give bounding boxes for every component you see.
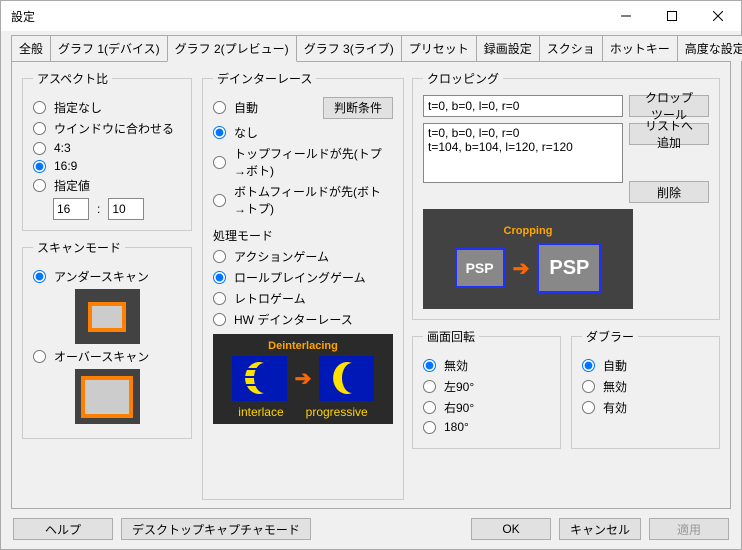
window-controls: [603, 1, 741, 31]
doubler-group: ダブラー 自動 無効 有効: [571, 328, 720, 449]
window-title: 設定: [11, 8, 603, 25]
crop-tool-button[interactable]: クロップツール: [629, 95, 709, 117]
close-button[interactable]: [695, 1, 741, 31]
crop-add-button[interactable]: リストへ追加: [629, 123, 709, 145]
aspect-legend: アスペクト比: [33, 70, 112, 87]
cropping-group: クロッピング クロップツール t=0, b=0, l=0, r=0 t=104,…: [412, 70, 720, 320]
doubler-off[interactable]: 無効: [582, 378, 709, 395]
mode-rpg[interactable]: ロールプレイングゲーム: [213, 269, 393, 286]
overscan[interactable]: オーバースキャン: [33, 348, 181, 365]
tab-preset[interactable]: プリセット: [401, 35, 477, 61]
deint-bff[interactable]: ボトムフィールドが先(ボト→トプ): [213, 183, 393, 217]
apply-button[interactable]: 適用: [649, 518, 729, 540]
rotate-180[interactable]: 180°: [423, 420, 550, 434]
aspect-sep: :: [97, 202, 100, 216]
aspect-w-input[interactable]: [53, 198, 89, 220]
tab-general[interactable]: 全般: [11, 35, 51, 61]
interlace-icon: [232, 356, 287, 401]
crop-legend: クロッピング: [423, 70, 503, 87]
mode-hw[interactable]: HW デインターレース: [213, 311, 393, 328]
titlebar: 設定: [1, 1, 741, 31]
maximize-button[interactable]: [649, 1, 695, 31]
processing-mode-label: 処理モード: [213, 227, 393, 244]
rotate-none[interactable]: 無効: [423, 357, 550, 374]
judge-button[interactable]: 判断条件: [323, 97, 393, 119]
rotate-right90[interactable]: 右90°: [423, 399, 550, 416]
underscan-icon: [75, 289, 140, 344]
deint-auto[interactable]: 自動: [213, 99, 313, 116]
aspect-window[interactable]: ウインドウに合わせる: [33, 120, 181, 137]
deint-tff[interactable]: トップフィールドが先(トプ→ボト): [213, 145, 393, 179]
scanmode-group: スキャンモード アンダースキャン オーバースキャン: [22, 239, 192, 439]
tab-advanced[interactable]: 高度な設定: [677, 35, 742, 61]
deint-none[interactable]: なし: [213, 124, 393, 141]
doubler-auto[interactable]: 自動: [582, 357, 709, 374]
deinterlace-group: デインターレース 自動 判断条件 なし トップフィールドが先(トプ→ボト) ボト…: [202, 70, 404, 500]
crop-delete-button[interactable]: 削除: [629, 181, 709, 203]
aspect-none[interactable]: 指定なし: [33, 99, 181, 116]
aspect-43[interactable]: 4:3: [33, 141, 181, 155]
underscan[interactable]: アンダースキャン: [33, 268, 181, 285]
tab-graph2[interactable]: グラフ 2(プレビュー): [167, 35, 297, 62]
cancel-button[interactable]: キャンセル: [559, 518, 641, 540]
tab-screenshot[interactable]: スクショ: [539, 35, 603, 61]
footer: ヘルプ デスクトップキャプチャモード OK キャンセル 適用: [1, 509, 741, 549]
settings-window: 設定 全般 グラフ 1(デバイス) グラフ 2(プレビュー) グラフ 3(ライブ…: [0, 0, 742, 550]
aspect-169[interactable]: 16:9: [33, 159, 181, 173]
arrow-icon: ➔: [295, 366, 312, 391]
psp-small-icon: PSP: [455, 248, 505, 288]
deinterlace-image: Deinterlacing ➔ interlace progressive: [213, 334, 393, 424]
cropping-image: Cropping PSP ➔ PSP: [423, 209, 633, 309]
help-button[interactable]: ヘルプ: [13, 518, 113, 540]
tab-graph1[interactable]: グラフ 1(デバイス): [50, 35, 168, 61]
rotate-group: 画面回転 無効 左90° 右90° 180°: [412, 328, 561, 449]
tab-bar: 全般 グラフ 1(デバイス) グラフ 2(プレビュー) グラフ 3(ライブ) プ…: [1, 31, 741, 61]
ok-button[interactable]: OK: [471, 518, 551, 540]
minimize-button[interactable]: [603, 1, 649, 31]
crop-input[interactable]: [423, 95, 623, 117]
aspect-group: アスペクト比 指定なし ウインドウに合わせる 4:3 16:9 指定値 :: [22, 70, 192, 231]
deint-legend: デインターレース: [213, 70, 316, 87]
desktop-capture-button[interactable]: デスクトップキャプチャモード: [121, 518, 311, 540]
aspect-h-input[interactable]: [108, 198, 144, 220]
tab-record[interactable]: 録画設定: [476, 35, 540, 61]
tab-hotkey[interactable]: ホットキー: [602, 35, 678, 61]
crop-list[interactable]: t=0, b=0, l=0, r=0 t=104, b=104, l=120, …: [423, 123, 623, 183]
doubler-legend: ダブラー: [582, 328, 638, 345]
mode-retro[interactable]: レトロゲーム: [213, 290, 393, 307]
doubler-on[interactable]: 有効: [582, 399, 709, 416]
progressive-icon: [319, 356, 374, 401]
tab-graph3[interactable]: グラフ 3(ライブ): [296, 35, 402, 61]
rotate-legend: 画面回転: [423, 328, 479, 345]
scan-legend: スキャンモード: [33, 239, 125, 256]
overscan-icon: [75, 369, 140, 424]
psp-large-icon: PSP: [537, 243, 601, 293]
tab-panel: アスペクト比 指定なし ウインドウに合わせる 4:3 16:9 指定値 : スキ…: [11, 61, 731, 509]
aspect-custom[interactable]: 指定値: [33, 177, 181, 194]
arrow-icon: ➔: [513, 256, 530, 281]
rotate-left90[interactable]: 左90°: [423, 378, 550, 395]
mode-action[interactable]: アクションゲーム: [213, 248, 393, 265]
